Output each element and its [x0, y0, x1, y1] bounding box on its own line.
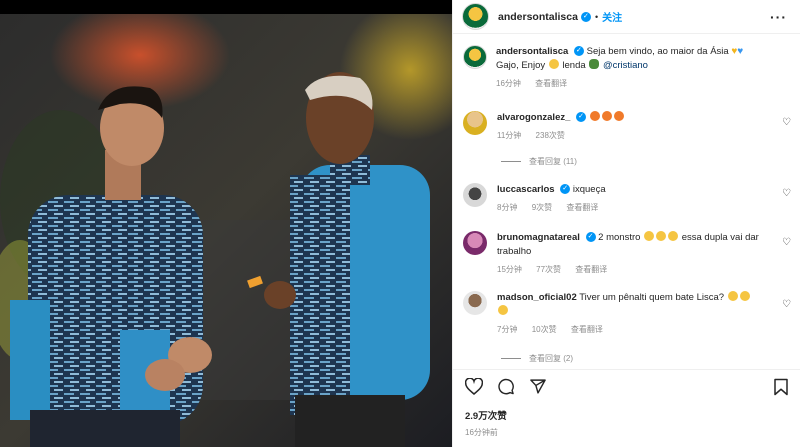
- caption-mention[interactable]: @cristiano: [603, 60, 648, 71]
- replies-divider: [501, 161, 521, 162]
- eyes-emoji-icon: [727, 291, 738, 301]
- comment-translate-link[interactable]: 查看翻译: [566, 203, 598, 212]
- comment-username[interactable]: madson_oficial02: [497, 292, 577, 303]
- comment-username[interactable]: luccascarlos: [497, 184, 555, 195]
- comment-translate-link[interactable]: 查看翻译: [571, 325, 603, 334]
- view-replies[interactable]: 查看回复 (2): [501, 353, 573, 364]
- smile-emoji-icon: [548, 59, 559, 69]
- comment-text: ixqueça: [572, 184, 606, 195]
- view-replies-label[interactable]: 查看回复 (11): [529, 156, 577, 167]
- top-black-strip: [0, 0, 452, 14]
- heart-icon[interactable]: ♡: [782, 237, 791, 248]
- caption: andersontalisca ✓ Seja bem vindo, ao mai…: [463, 45, 761, 91]
- verified-icon: ✓: [573, 46, 584, 57]
- post-photo[interactable]: [0, 0, 452, 447]
- heart-icon[interactable]: ♡: [782, 117, 791, 128]
- comment-likes[interactable]: 77次赞: [536, 265, 561, 274]
- share-icon[interactable]: [529, 378, 547, 395]
- post-timestamp: 16分钟前: [465, 428, 498, 437]
- commenter-avatar[interactable]: [463, 231, 487, 255]
- comment-meta: 7分钟 10次赞 查看翻译: [497, 323, 762, 337]
- instagram-post-view: andersontalisca ✓ • 关注 ··· andersontalis…: [0, 0, 800, 447]
- verified-icon: ✓: [580, 11, 591, 22]
- post-header: andersontalisca ✓ • 关注 ···: [453, 0, 800, 34]
- likes-count[interactable]: 2.9万次赞: [465, 408, 507, 422]
- comment-time: 11分钟: [497, 131, 522, 140]
- caption-text: Seja bem vindo, ao maior da Ásia: [586, 46, 729, 57]
- turtle-emoji-icon: [589, 59, 600, 69]
- comment-time: 8分钟: [497, 203, 518, 212]
- comment-likes[interactable]: 10次赞: [532, 325, 557, 334]
- heart-eyes-emoji-icon: [613, 111, 624, 121]
- caption-avatar[interactable]: [463, 45, 487, 69]
- comment-text-block: brunomagnatareal ✓ 2 monstro essa dupla …: [497, 231, 762, 277]
- caption-text-2: Gajo, Enjoy: [496, 60, 546, 71]
- comment-meta: 15分钟 77次赞 查看翻译: [497, 263, 762, 277]
- comment-text-block: madson_oficial02 Tiver um pênalti quem b…: [497, 291, 762, 337]
- post-actions: 2.9万次赞 16分钟前: [453, 369, 800, 447]
- heart-icon[interactable]: ♡: [782, 299, 791, 310]
- commenter-avatar[interactable]: [463, 291, 487, 315]
- comment-time: 15分钟: [497, 265, 522, 274]
- caption-meta: 16分钟 查看翻译: [496, 77, 761, 91]
- clap-emoji-icon: [656, 231, 667, 241]
- caption-text-block: andersontalisca ✓ Seja bem vindo, ao mai…: [496, 45, 761, 91]
- eyes-emoji-icon: [739, 291, 750, 301]
- view-replies-label[interactable]: 查看回复 (2): [529, 353, 573, 364]
- comment-item: alvarogonzalez_ ✓ 11分钟 238次赞: [463, 111, 762, 143]
- comment-icon[interactable]: [497, 378, 515, 395]
- caption-translate-link[interactable]: 查看翻译: [535, 79, 567, 88]
- comment-meta: 11分钟 238次赞: [497, 129, 762, 143]
- comment-text-block: luccascarlos ✓ ixqueça 8分钟 9次赞 查看翻译: [497, 183, 762, 215]
- comment-meta: 8分钟 9次赞 查看翻译: [497, 201, 762, 215]
- comment-item: madson_oficial02 Tiver um pênalti quem b…: [463, 291, 762, 337]
- post-image: [0, 0, 452, 447]
- bookmark-icon[interactable]: [773, 378, 789, 396]
- comment-likes[interactable]: 238次赞: [536, 131, 565, 140]
- caption-time: 16分钟: [496, 79, 521, 88]
- heart-icon[interactable]: ♡: [782, 188, 791, 199]
- author-avatar[interactable]: [462, 3, 489, 30]
- more-options-icon[interactable]: ···: [770, 9, 787, 25]
- commenter-avatar[interactable]: [463, 183, 487, 207]
- verified-icon: ✓: [576, 112, 587, 123]
- heart-eyes-emoji-icon: [601, 111, 612, 121]
- comment-text: 2 monstro: [598, 232, 641, 243]
- caption-text-3: lenda: [562, 60, 586, 71]
- post-side-panel: andersontalisca ✓ • 关注 ··· andersontalis…: [452, 0, 800, 447]
- action-icons: [465, 378, 547, 395]
- heart-eyes-emoji-icon: [589, 111, 600, 121]
- author-username[interactable]: andersontalisca: [498, 11, 578, 23]
- clap-emoji-icon: [644, 231, 655, 241]
- clap-emoji-icon: [668, 231, 679, 241]
- comments-list: andersontalisca ✓ Seja bem vindo, ao mai…: [453, 35, 800, 368]
- comment-item: luccascarlos ✓ ixqueça 8分钟 9次赞 查看翻译: [463, 183, 762, 215]
- separator-dot: •: [594, 11, 599, 22]
- comment-likes[interactable]: 9次赞: [532, 203, 552, 212]
- like-icon[interactable]: [465, 378, 483, 395]
- blue-heart-icon: ♥: [737, 46, 744, 57]
- comment-text-block: alvarogonzalez_ ✓ 11分钟 238次赞: [497, 111, 762, 143]
- follow-button[interactable]: 关注: [602, 9, 622, 24]
- comment-item: brunomagnatareal ✓ 2 monstro essa dupla …: [463, 231, 762, 277]
- comment-time: 7分钟: [497, 325, 518, 334]
- comment-translate-link[interactable]: 查看翻译: [575, 265, 607, 274]
- verified-icon: ✓: [560, 184, 571, 195]
- view-replies[interactable]: 查看回复 (11): [501, 156, 577, 167]
- replies-divider: [501, 358, 521, 359]
- comment-username[interactable]: alvarogonzalez_: [497, 112, 570, 123]
- verified-icon: ✓: [585, 232, 596, 243]
- comment-username[interactable]: brunomagnatareal: [497, 232, 580, 243]
- comment-text: Tiver um pênalti quem bate Lisca?: [579, 292, 725, 303]
- commenter-avatar[interactable]: [463, 111, 487, 135]
- caption-username[interactable]: andersontalisca: [496, 46, 568, 57]
- laugh-emoji-icon: [498, 305, 508, 315]
